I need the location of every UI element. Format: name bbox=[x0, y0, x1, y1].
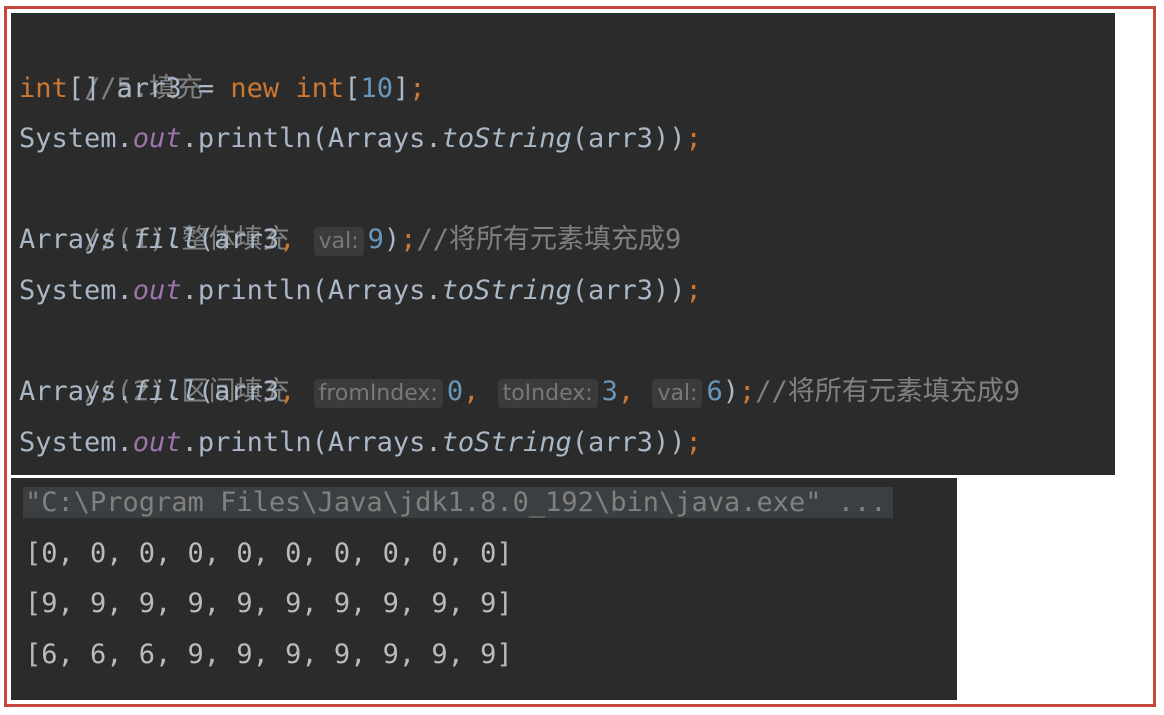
static-field-out: out bbox=[132, 426, 182, 458]
code-token: Arrays. bbox=[19, 224, 133, 256]
number-literal: 9 bbox=[367, 224, 384, 256]
code-line: System.out.println(Arrays.toString(arr3)… bbox=[19, 114, 1115, 165]
number-literal: 0 bbox=[446, 376, 464, 408]
static-field-out: out bbox=[132, 274, 182, 306]
static-method: toString bbox=[441, 123, 572, 155]
comma: , bbox=[279, 224, 312, 256]
console-output-line: [9, 9, 9, 9, 9, 9, 9, 9, 9, 9] bbox=[25, 588, 513, 619]
code-comment: //将所有元素填充成9 bbox=[416, 224, 682, 256]
parameter-hint: val: bbox=[652, 379, 703, 409]
code-token: = bbox=[181, 72, 231, 104]
static-method: toString bbox=[441, 274, 572, 306]
code-token: [ bbox=[344, 72, 361, 104]
static-field-out: out bbox=[132, 123, 182, 155]
code-line: //5.填充 bbox=[19, 13, 1115, 104]
console-output-line: [6, 6, 6, 9, 9, 9, 9, 9, 9, 9] bbox=[25, 638, 513, 670]
code-token: .println(Arrays. bbox=[181, 274, 442, 306]
code-line: System.out.println(Arrays.toString(arr3)… bbox=[19, 418, 1115, 469]
code-token: (arr3 bbox=[197, 224, 280, 256]
code-line: System.out.println(Arrays.toString(arr3)… bbox=[19, 266, 1115, 317]
static-method: fill bbox=[132, 224, 198, 256]
code-token: .println(Arrays. bbox=[181, 123, 442, 155]
number-literal: 3 bbox=[601, 376, 618, 408]
number-literal: 6 bbox=[706, 376, 723, 408]
console-command-line: "C:\Program Files\Java\jdk1.8.0_192\bin\… bbox=[23, 478, 957, 529]
keyword-new: new bbox=[230, 72, 280, 104]
code-token: ) bbox=[722, 376, 739, 408]
comma: , bbox=[279, 376, 312, 408]
parameter-hint: toIndex: bbox=[497, 379, 598, 409]
comma: , bbox=[463, 376, 496, 408]
console-output-line: [0, 0, 0, 0, 0, 0, 0, 0, 0, 0] bbox=[25, 537, 513, 569]
code-token: ) bbox=[383, 224, 401, 256]
semicolon: ; bbox=[409, 72, 426, 104]
parameter-hint: val: bbox=[313, 227, 364, 257]
code-token: Arrays. bbox=[19, 376, 133, 408]
code-line: //(1).整体填充 bbox=[19, 165, 1115, 255]
static-method: toString bbox=[441, 426, 572, 458]
code-editor[interactable]: //5.填充 int[] arr3 = new int[10]; System.… bbox=[11, 13, 1115, 475]
code-comment: //将所有元素填充成9 bbox=[755, 376, 1021, 408]
code-token: [] bbox=[67, 72, 117, 104]
number-literal: 10 bbox=[360, 72, 393, 104]
code-token: (arr3)) bbox=[571, 274, 686, 306]
parameter-hint: fromIndex: bbox=[313, 379, 443, 409]
comma: , bbox=[617, 376, 651, 408]
semicolon: ; bbox=[739, 376, 756, 408]
code-token: (arr3 bbox=[197, 376, 280, 408]
code-token: System. bbox=[19, 426, 133, 458]
code-line: //(2).区间填充 bbox=[19, 317, 1115, 407]
semicolon: ; bbox=[685, 123, 702, 155]
semicolon: ; bbox=[400, 224, 417, 256]
keyword-int: int bbox=[295, 72, 345, 104]
code-line: Arrays.fill(arr3, val: 9);//将所有元素填充成9 bbox=[19, 215, 1115, 266]
keyword-int: int bbox=[19, 72, 68, 104]
code-token: .println(Arrays. bbox=[181, 426, 442, 458]
code-token: ] bbox=[392, 72, 410, 104]
run-console[interactable]: "C:\Program Files\Java\jdk1.8.0_192\bin\… bbox=[11, 478, 957, 700]
code-line: int[] arr3 = new int[10]; bbox=[19, 64, 1115, 115]
semicolon: ; bbox=[685, 426, 702, 458]
java-command: "C:\Program Files\Java\jdk1.8.0_192\bin\… bbox=[23, 487, 893, 518]
variable-name: arr3 bbox=[116, 72, 182, 104]
code-token: (arr3)) bbox=[571, 123, 686, 155]
code-token: System. bbox=[19, 274, 133, 306]
code-line: Arrays.fill(arr3, fromIndex: 0, toIndex: 3… bbox=[19, 367, 1115, 418]
static-method: fill bbox=[132, 376, 198, 408]
code-token: (arr3)) bbox=[571, 426, 686, 458]
code-token: System. bbox=[19, 123, 133, 155]
semicolon: ; bbox=[685, 274, 702, 306]
